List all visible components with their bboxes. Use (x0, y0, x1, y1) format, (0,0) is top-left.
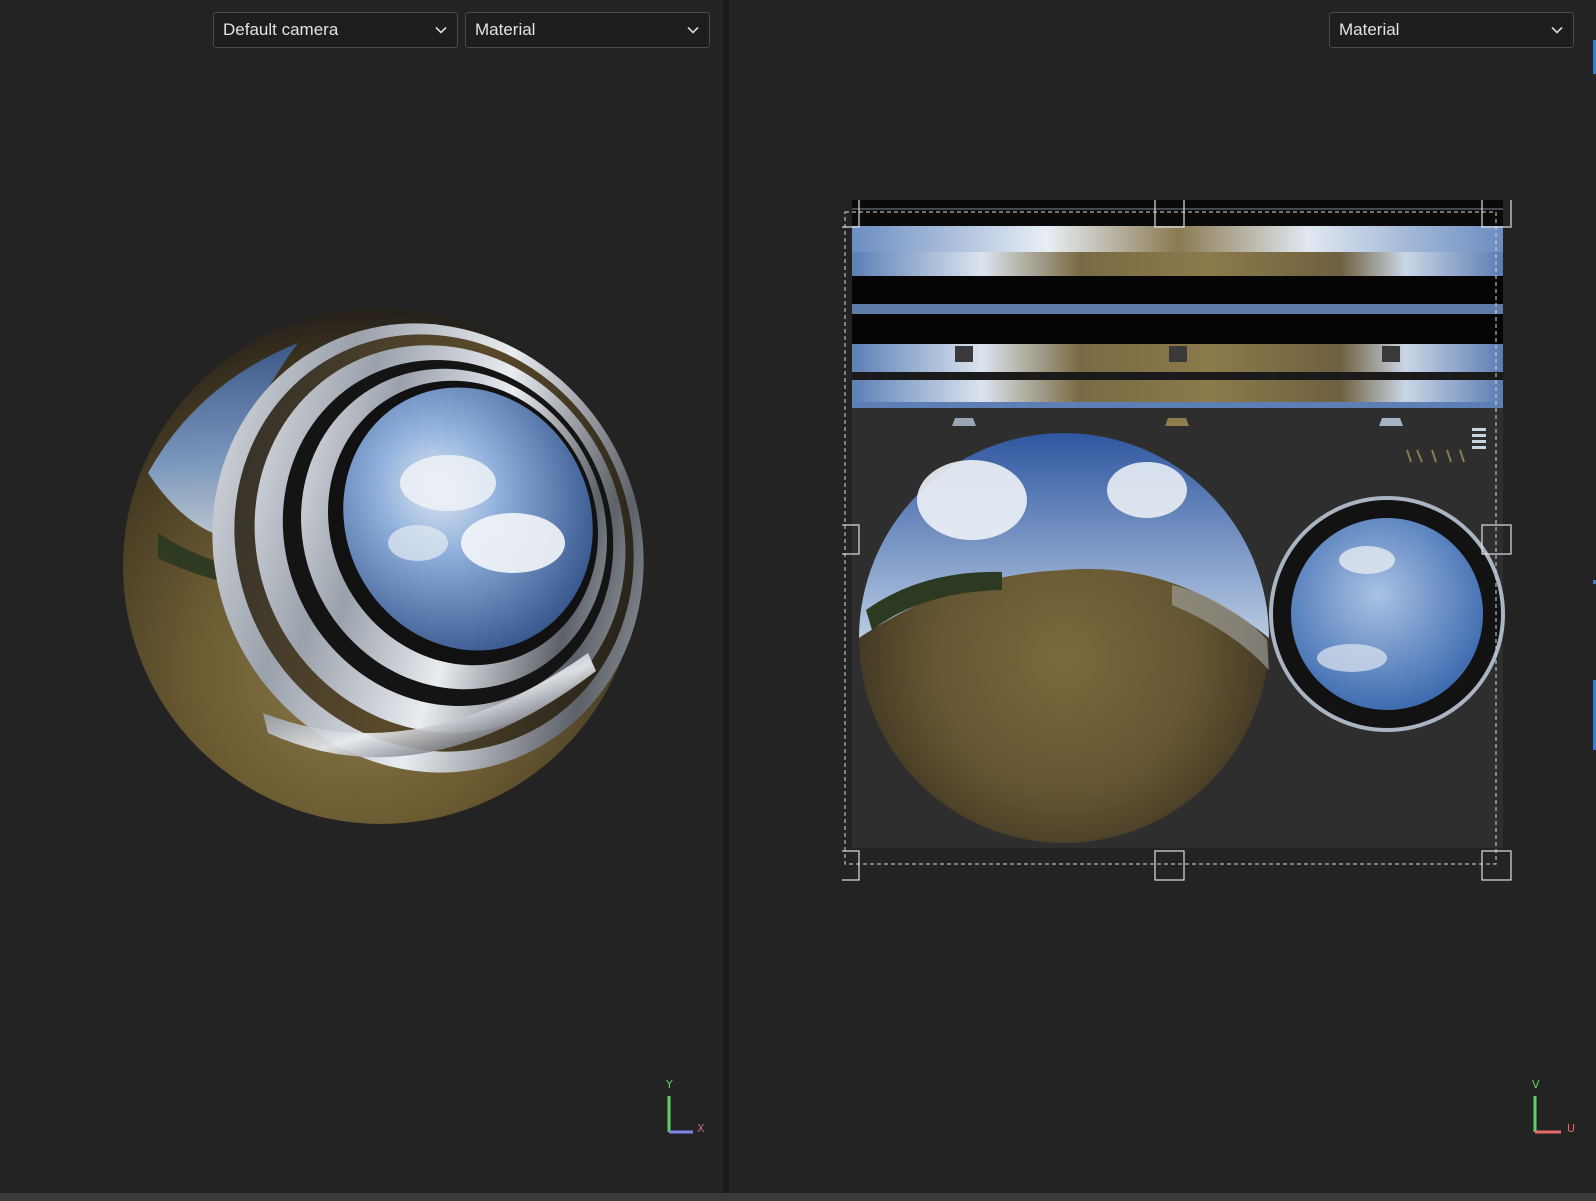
camera-dropdown[interactable]: Default camera (213, 12, 458, 48)
axis-gizmo-uv: V U (1521, 1078, 1581, 1160)
chevron-down-icon (435, 26, 447, 34)
axis-u-label: U (1567, 1122, 1576, 1135)
sphere-render (123, 308, 644, 824)
viewport-2d-uv[interactable]: Material V U (729, 0, 1596, 1193)
axis-y-label: Y (666, 1078, 673, 1091)
display-mode-dropdown-2d[interactable]: Material (1329, 12, 1574, 48)
chevron-down-icon (1551, 26, 1563, 34)
axis-gizmo-3d: Y X (655, 1078, 715, 1160)
display-mode-value-2d: Material (1339, 20, 1400, 39)
axis-lines-icon (667, 1096, 693, 1134)
texture-painter-app: Default camera Material Y X Material V U (0, 0, 1596, 1201)
display-mode-dropdown-3d[interactable]: Material (465, 12, 710, 48)
axis-v-label: V (1532, 1078, 1540, 1091)
bottom-status-strip (0, 1193, 1596, 1201)
chevron-down-icon (687, 26, 699, 34)
material-preview-sphere[interactable] (118, 303, 645, 830)
uv-texture-canvas[interactable] (829, 197, 1542, 900)
axis-x-label: X (697, 1122, 705, 1135)
right-edge-indicators (1592, 0, 1596, 1193)
camera-dropdown-value: Default camera (223, 20, 339, 39)
viewport-3d[interactable]: Default camera Material Y X (0, 0, 723, 1193)
uv-layout-render (829, 197, 1512, 881)
display-mode-value-3d: Material (475, 20, 536, 39)
